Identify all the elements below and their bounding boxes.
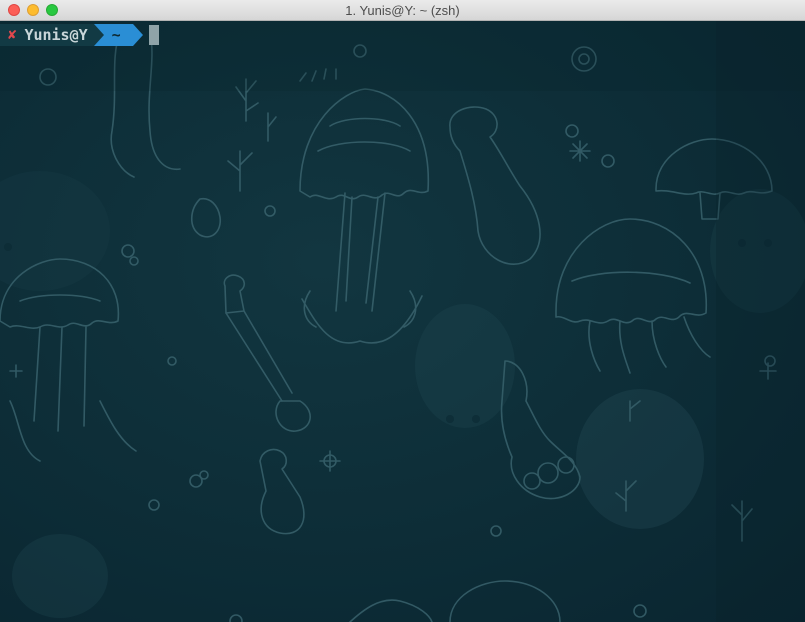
terminal-window: 1. Yunis@Y: ~ (zsh) ✘ Yunis@Y ~ [0,0,805,622]
error-x-icon: ✘ [8,27,17,43]
directory-label: ~ [111,26,121,44]
jellyfish-wallpaper [0,21,805,622]
directory-segment: ~ [93,24,133,46]
terminal-area[interactable]: ✘ Yunis@Y ~ [0,21,805,622]
user-segment: ✘ Yunis@Y [0,24,94,46]
user-host-label: Yunis@Y [24,26,88,44]
title-bar[interactable]: 1. Yunis@Y: ~ (zsh) [0,0,805,21]
segment-arrow [132,24,143,46]
cursor-block[interactable] [148,25,159,45]
shell-prompt[interactable]: ✘ Yunis@Y ~ [0,24,159,46]
window-title: 1. Yunis@Y: ~ (zsh) [345,3,460,18]
